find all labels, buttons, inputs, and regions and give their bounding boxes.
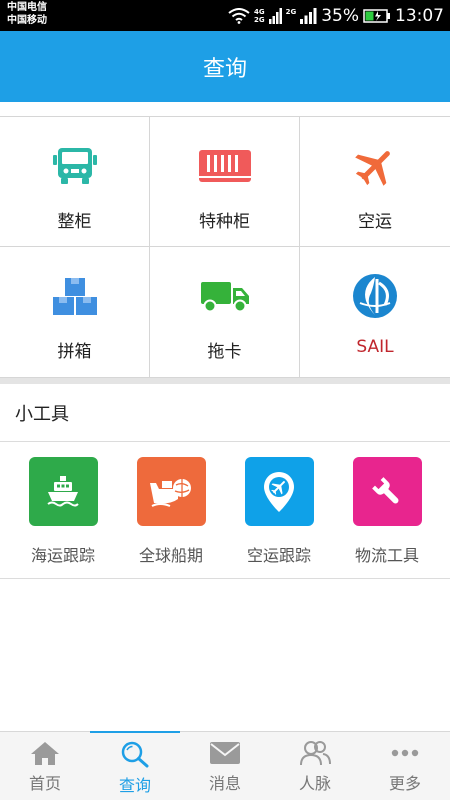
network-type-2-label: 2G xyxy=(285,8,297,16)
network-type-2: 2G xyxy=(286,8,297,24)
tab-more[interactable]: 更多 xyxy=(360,732,450,800)
signal-icon-2 xyxy=(300,8,317,24)
location-plane-icon xyxy=(244,457,314,526)
status-bar: 中国电信 中国移动 4G 2G 2G 35% 13:07 xyxy=(0,0,450,31)
search-icon xyxy=(121,741,149,768)
clock: 13:07 xyxy=(395,6,444,26)
grid-item-trucking[interactable]: 拖卡 xyxy=(150,247,300,377)
more-icon xyxy=(391,749,419,757)
sail-logo xyxy=(347,274,403,318)
tool-label: 海运跟踪 xyxy=(30,546,95,565)
tab-search[interactable]: 查询 xyxy=(90,731,180,800)
ship-icon xyxy=(28,457,98,526)
tools-row: 海运跟踪 全球船期 空运跟踪 物流工具 xyxy=(0,457,450,577)
grid-item-special-container[interactable]: 特种柜 xyxy=(150,117,300,247)
truck-side-icon xyxy=(197,275,253,317)
grid-item-label: 拖卡 xyxy=(207,342,242,362)
tool-sea-tracking[interactable]: 海运跟踪 xyxy=(9,457,117,566)
divider xyxy=(0,441,450,442)
app-header: 查询 xyxy=(0,31,450,102)
tab-messages[interactable]: 消息 xyxy=(180,732,270,800)
mail-icon xyxy=(210,742,240,764)
tool-logistics-tools[interactable]: 物流工具 xyxy=(333,457,441,566)
grid-item-fcl[interactable]: 整柜 xyxy=(0,117,150,247)
tab-label: 首页 xyxy=(28,774,61,793)
tab-label: 更多 xyxy=(388,774,421,793)
battery-percent: 35% xyxy=(321,6,359,26)
contacts-icon xyxy=(300,741,331,766)
grid-item-sail[interactable]: SAIL xyxy=(300,247,450,377)
tab-home[interactable]: 首页 xyxy=(0,732,90,800)
tool-label: 物流工具 xyxy=(354,546,419,565)
carrier-names: 中国电信 中国移动 xyxy=(7,1,47,27)
truck-front-icon xyxy=(47,145,103,187)
page-title: 查询 xyxy=(202,56,247,82)
signal-icon-1 xyxy=(268,8,282,24)
bottom-tab-bar: 首页 查询 消息 人脉 更多 xyxy=(0,731,450,800)
grid-item-label: SAIL xyxy=(356,337,394,357)
tool-air-tracking[interactable]: 空运跟踪 xyxy=(225,457,333,566)
wrench-icon xyxy=(352,457,422,526)
tool-label: 空运跟踪 xyxy=(246,546,311,565)
battery-icon xyxy=(363,9,390,23)
network-type: 4G 2G xyxy=(254,8,265,24)
container-icon xyxy=(197,145,253,187)
carrier-1: 中国电信 xyxy=(7,2,47,13)
grid-item-label: 空运 xyxy=(358,212,392,232)
tool-global-schedule[interactable]: 全球船期 xyxy=(117,457,225,566)
grid-item-label: 整柜 xyxy=(57,212,92,232)
home-icon xyxy=(31,742,59,765)
query-grid: 整柜 特种柜 空运 拼箱 拖卡 SAIL xyxy=(0,116,450,378)
airplane-icon xyxy=(347,145,403,187)
section-divider xyxy=(0,378,450,384)
tools-section-title: 小工具 xyxy=(15,404,69,425)
grid-item-label: 拼箱 xyxy=(57,342,92,362)
status-icons: 4G 2G 2G 35% 13:07 xyxy=(228,4,444,28)
network-type-top: 4G xyxy=(253,8,265,16)
tab-label: 人脉 xyxy=(298,774,331,793)
globe-ship-icon xyxy=(136,457,206,526)
tab-label: 查询 xyxy=(118,776,151,795)
boxes-icon xyxy=(47,275,103,317)
network-type-bottom: 2G xyxy=(253,16,265,24)
carrier-2: 中国移动 xyxy=(7,15,47,26)
tab-label: 消息 xyxy=(208,774,241,793)
wifi-icon xyxy=(228,8,250,24)
divider xyxy=(0,578,450,579)
tool-label: 全球船期 xyxy=(138,546,203,565)
grid-item-air-freight[interactable]: 空运 xyxy=(300,117,450,247)
grid-item-label: 特种柜 xyxy=(199,212,250,232)
tab-contacts[interactable]: 人脉 xyxy=(270,732,360,800)
grid-item-lcl[interactable]: 拼箱 xyxy=(0,247,150,377)
